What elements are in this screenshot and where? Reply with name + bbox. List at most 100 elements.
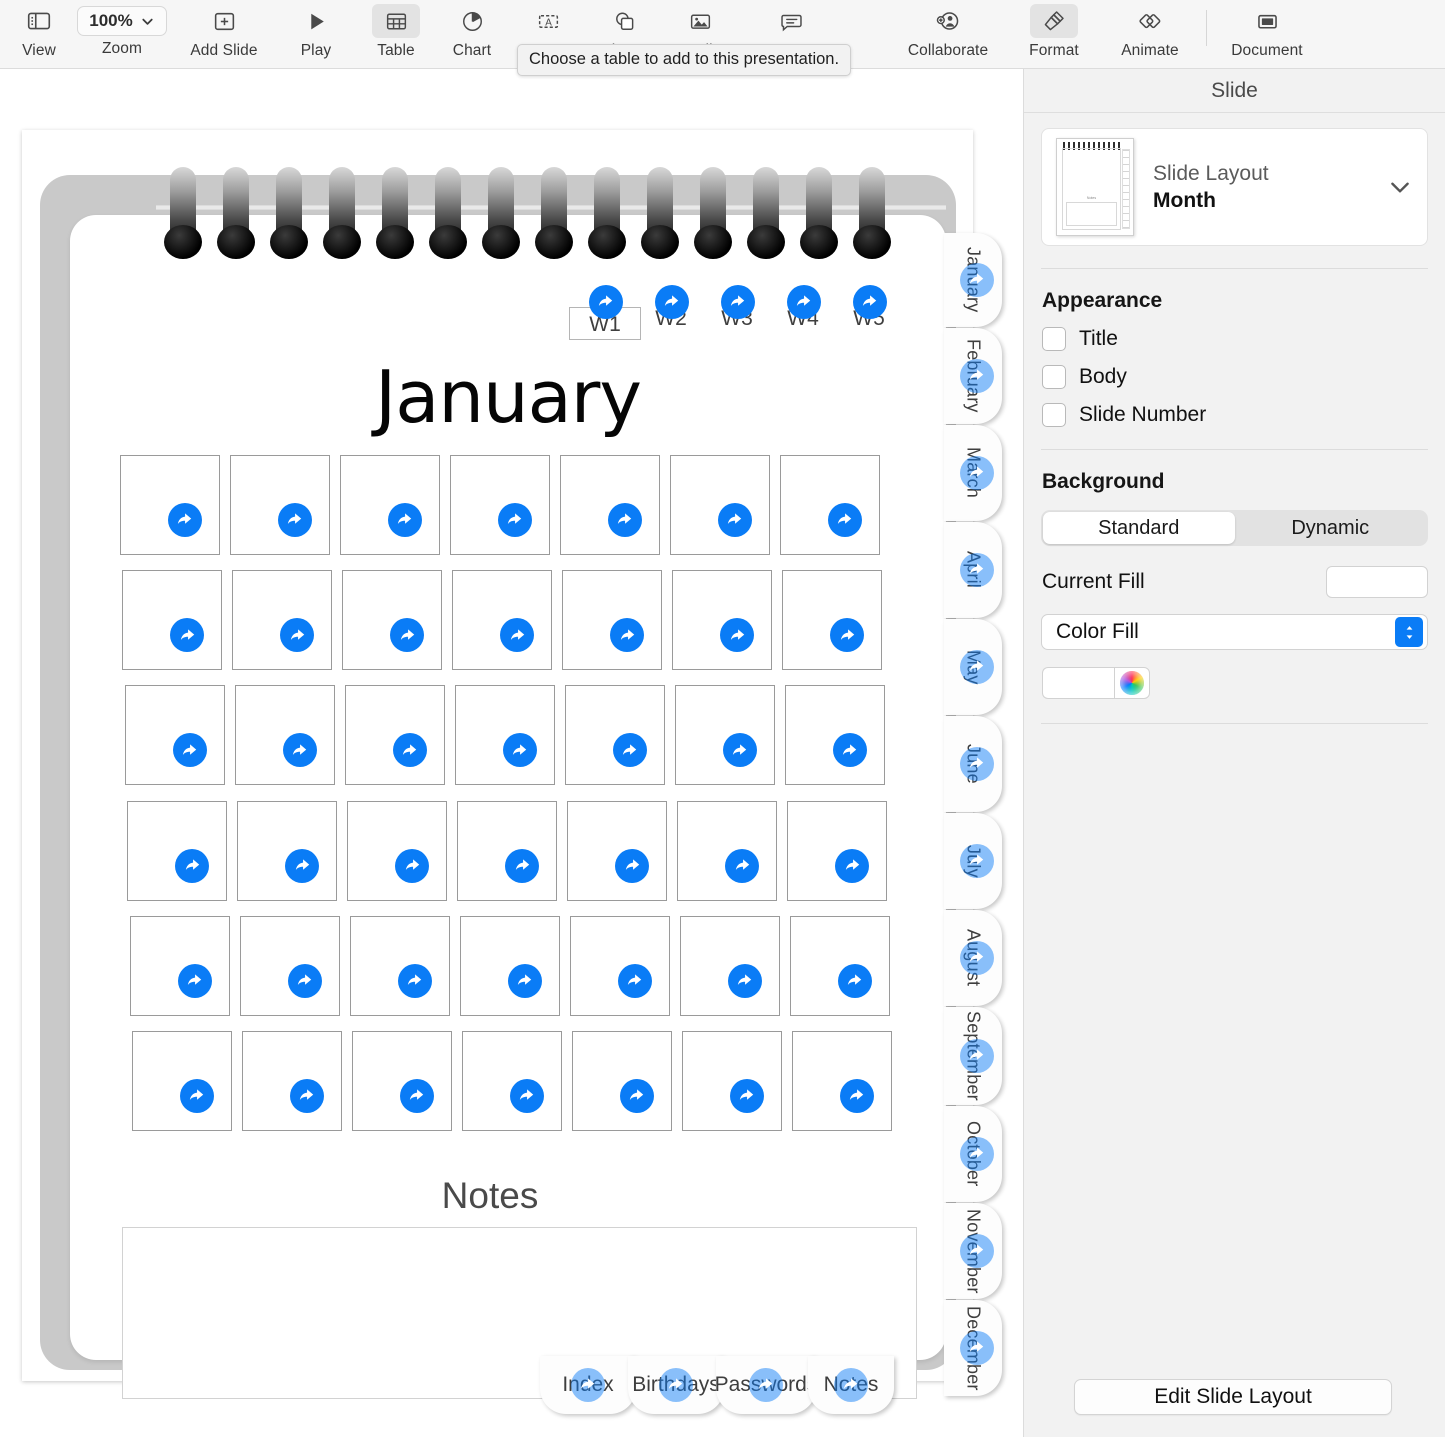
share-arrow-icon[interactable]	[285, 848, 320, 883]
share-arrow-icon[interactable]	[395, 848, 430, 883]
share-arrow-icon[interactable]	[608, 503, 642, 537]
toolbar-button-play[interactable]: Play	[274, 0, 358, 60]
calendar-day-cell[interactable]	[682, 1031, 782, 1131]
calendar-day-cell[interactable]	[792, 1031, 892, 1131]
share-arrow-icon[interactable]	[287, 963, 322, 998]
share-arrow-icon[interactable]	[177, 963, 212, 998]
calendar-day-cell[interactable]	[347, 800, 448, 901]
calendar-day-cell[interactable]	[120, 455, 220, 555]
share-arrow-icon[interactable]	[787, 285, 821, 319]
month-title[interactable]: January	[70, 355, 946, 439]
share-arrow-icon[interactable]	[617, 963, 652, 998]
calendar-day-cell[interactable]	[457, 800, 558, 901]
calendar-day-cell[interactable]	[124, 685, 225, 786]
calendar-day-cell[interactable]	[567, 800, 668, 901]
share-arrow-icon[interactable]	[834, 1368, 868, 1402]
share-arrow-icon[interactable]	[168, 503, 202, 537]
share-arrow-icon[interactable]	[960, 553, 994, 587]
share-arrow-icon[interactable]	[615, 848, 650, 883]
share-arrow-icon[interactable]	[960, 1331, 994, 1365]
zoom-pill[interactable]: 100%	[77, 6, 167, 36]
fill-type-popup[interactable]: Color Fill	[1041, 614, 1428, 650]
segment-standard[interactable]: Standard	[1043, 512, 1235, 544]
calendar-day-cell[interactable]	[459, 915, 560, 1016]
title-checkbox[interactable]	[1042, 327, 1066, 351]
share-arrow-icon[interactable]	[392, 733, 427, 768]
toolbar-button-animate[interactable]: Animate	[1100, 0, 1200, 60]
share-arrow-icon[interactable]	[589, 285, 623, 319]
calendar-day-cell[interactable]	[132, 1031, 232, 1131]
share-arrow-icon[interactable]	[960, 1234, 994, 1268]
share-arrow-icon[interactable]	[960, 941, 994, 975]
segment-dynamic[interactable]: Dynamic	[1235, 512, 1427, 544]
calendar-day-cell[interactable]	[670, 455, 770, 555]
calendar-day-cell[interactable]	[242, 1031, 342, 1131]
share-arrow-icon[interactable]	[721, 285, 755, 319]
share-arrow-icon[interactable]	[172, 733, 207, 768]
background-segmented-control[interactable]: Standard Dynamic	[1041, 510, 1428, 546]
calendar-day-cell[interactable]	[784, 685, 885, 786]
share-arrow-icon[interactable]	[282, 733, 317, 768]
toolbar-button-table[interactable]: Table	[358, 0, 434, 60]
share-arrow-icon[interactable]	[960, 844, 994, 878]
share-arrow-icon[interactable]	[960, 1137, 994, 1171]
share-arrow-icon[interactable]	[175, 848, 210, 883]
calendar-day-cell[interactable]	[677, 800, 778, 901]
calendar-day-cell[interactable]	[789, 915, 890, 1016]
color-wheel-button[interactable]	[1114, 667, 1150, 699]
color-swatch[interactable]	[1042, 667, 1114, 699]
calendar-day-cell[interactable]	[234, 685, 335, 786]
share-arrow-icon[interactable]	[960, 747, 994, 781]
popup-stepper-icon[interactable]	[1395, 617, 1423, 647]
calendar-day-cell[interactable]	[572, 1031, 672, 1131]
share-arrow-icon[interactable]	[832, 733, 867, 768]
toolbar-button-view[interactable]: View	[8, 0, 70, 60]
share-arrow-icon[interactable]	[510, 1079, 544, 1113]
share-arrow-icon[interactable]	[840, 1079, 874, 1113]
toolbar-button-add-slide[interactable]: Add Slide	[174, 0, 274, 60]
calendar-day-cell[interactable]	[787, 800, 888, 901]
toolbar-button-document[interactable]: Document	[1213, 0, 1321, 60]
share-arrow-icon[interactable]	[749, 1368, 783, 1402]
share-arrow-icon[interactable]	[835, 848, 870, 883]
share-arrow-icon[interactable]	[725, 848, 760, 883]
share-arrow-icon[interactable]	[180, 1079, 214, 1113]
calendar-day-cell[interactable]	[230, 455, 330, 555]
share-arrow-icon[interactable]	[505, 848, 540, 883]
share-arrow-icon[interactable]	[727, 963, 762, 998]
share-arrow-icon[interactable]	[502, 733, 537, 768]
share-arrow-icon[interactable]	[960, 1039, 994, 1073]
calendar-day-cell[interactable]	[562, 570, 663, 671]
share-arrow-icon[interactable]	[853, 285, 887, 319]
calendar-day-cell[interactable]	[454, 685, 555, 786]
calendar-day-cell[interactable]	[129, 915, 230, 1016]
toolbar-button-chart[interactable]: Chart	[434, 0, 510, 60]
share-arrow-icon[interactable]	[960, 263, 994, 297]
calendar-day-cell[interactable]	[344, 685, 445, 786]
checkbox-row-body[interactable]: Body	[1042, 365, 1445, 389]
calendar-day-cell[interactable]	[232, 570, 333, 671]
slide-layout-card[interactable]: Notes Slide Layout Month	[1041, 128, 1428, 246]
toolbar-button-format[interactable]: Format	[1008, 0, 1100, 60]
calendar-day-cell[interactable]	[342, 570, 443, 671]
share-arrow-icon[interactable]	[960, 650, 994, 684]
share-arrow-icon[interactable]	[960, 456, 994, 490]
calendar-day-cell[interactable]	[780, 455, 880, 555]
share-arrow-icon[interactable]	[278, 503, 312, 537]
calendar-day-cell[interactable]	[569, 915, 670, 1016]
calendar-day-cell[interactable]	[674, 685, 775, 786]
toolbar-button-collaborate[interactable]: Collaborate	[888, 0, 1008, 60]
share-arrow-icon[interactable]	[612, 733, 647, 768]
checkbox-row-title[interactable]: Title	[1042, 327, 1445, 351]
calendar-day-cell[interactable]	[564, 685, 665, 786]
slide-canvas-area[interactable]: W1W2W3W4W5 January Notes JanuaryFebruary…	[0, 69, 1022, 1437]
calendar-day-cell[interactable]	[560, 455, 660, 555]
share-arrow-icon[interactable]	[571, 1368, 605, 1402]
calendar-day-cell[interactable]	[782, 570, 883, 671]
share-arrow-icon[interactable]	[960, 359, 994, 393]
share-arrow-icon[interactable]	[400, 1079, 434, 1113]
body-checkbox[interactable]	[1042, 365, 1066, 389]
share-arrow-icon[interactable]	[620, 1079, 654, 1113]
calendar-day-cell[interactable]	[127, 800, 228, 901]
calendar-day-cell[interactable]	[679, 915, 780, 1016]
